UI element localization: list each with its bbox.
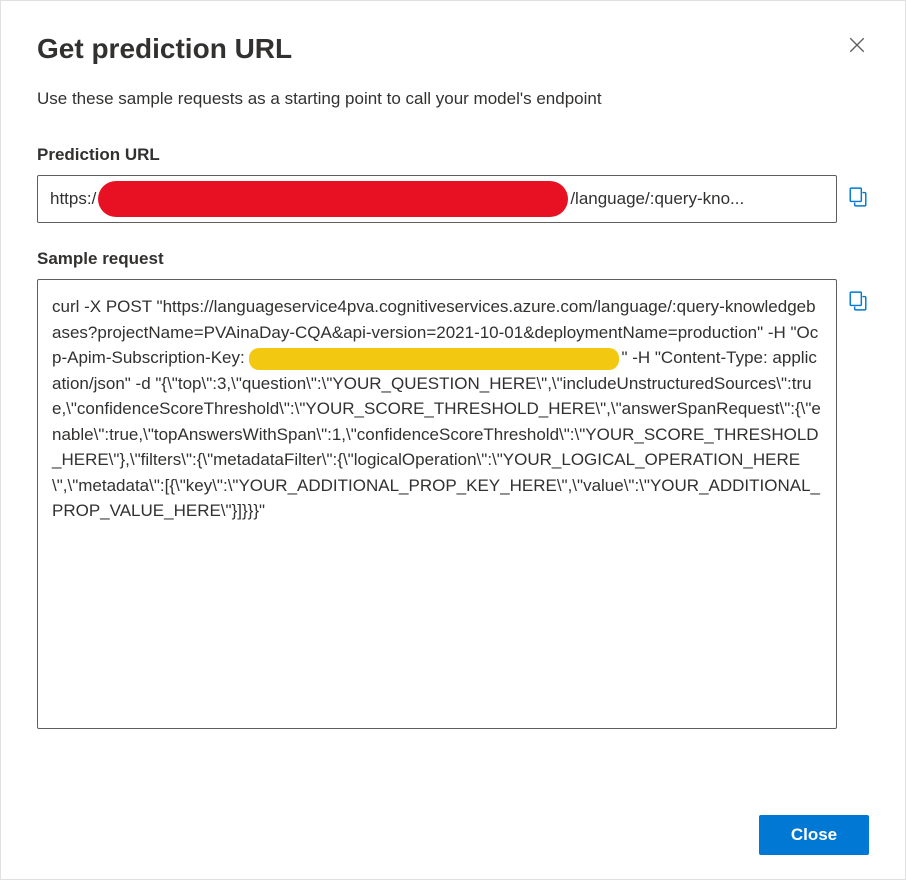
prediction-url-row: https:/ /language/:query-kno...: [37, 175, 869, 223]
sample-request-part2: " -H "Content-Type: application/json" -d…: [52, 348, 821, 520]
sample-request-row: curl -X POST "https://languageservice4pv…: [37, 279, 869, 729]
url-suffix-text: /language/:query-kno...: [570, 189, 744, 209]
copy-url-icon[interactable]: [849, 187, 869, 207]
prediction-url-label: Prediction URL: [37, 145, 869, 165]
sample-request-textarea[interactable]: curl -X POST "https://languageservice4pv…: [37, 279, 837, 729]
redacted-url-segment: [98, 181, 568, 217]
redacted-key-segment: [249, 348, 619, 370]
close-icon[interactable]: [845, 33, 869, 57]
sample-request-label: Sample request: [37, 249, 869, 269]
close-button[interactable]: Close: [759, 815, 869, 855]
dialog-subtitle: Use these sample requests as a starting …: [37, 89, 869, 109]
dialog-footer: Close: [37, 795, 869, 855]
prediction-url-dialog: Get prediction URL Use these sample requ…: [1, 1, 905, 879]
dialog-title: Get prediction URL: [37, 33, 292, 65]
copy-sample-icon[interactable]: [849, 291, 869, 311]
prediction-url-input[interactable]: https:/ /language/:query-kno...: [37, 175, 837, 223]
url-prefix-text: https:/: [50, 189, 96, 209]
dialog-header: Get prediction URL: [37, 33, 869, 65]
